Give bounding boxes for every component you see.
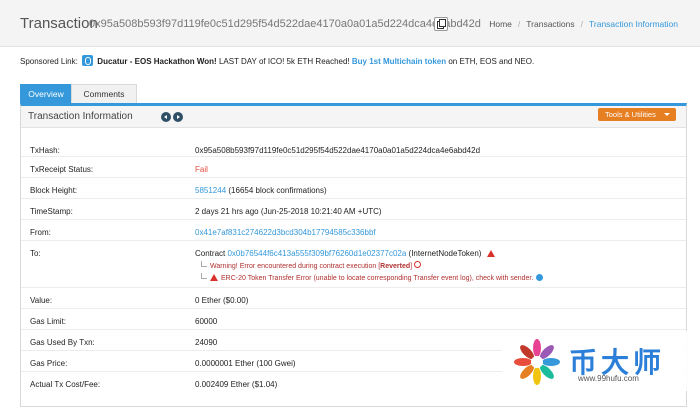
page-header: Transaction 0x95a508b593f97d119fe0c51d29… <box>0 0 700 47</box>
copy-icon[interactable] <box>434 17 448 31</box>
tab-comments[interactable]: Comments <box>71 84 137 104</box>
row-value: Value: 0 Ether ($0.00) <box>21 288 686 309</box>
row-gas-limit: Gas Limit: 60000 <box>21 309 686 330</box>
value-gas-used: 24090 <box>195 338 218 347</box>
block-height-link[interactable]: 5851244 <box>195 186 226 195</box>
breadcrumb-home[interactable]: Home <box>489 19 512 29</box>
from-address-link[interactable]: 0x41e7af831c274622d3bcd304b17794585c336b… <box>195 228 376 237</box>
block-confirmations: (16654 block confirmations) <box>228 186 327 195</box>
token-transfer-error: ERC-20 Token Transfer Error (unable to l… <box>201 273 544 282</box>
watermark: 币大师 www.99hufu.com <box>502 331 700 391</box>
value-tx-cost: 0.002409 Ether ($1.04) <box>195 380 278 389</box>
execution-warning: Warning! Error encountered during contra… <box>201 261 422 270</box>
breadcrumb: Home / Transactions / Transaction Informatio… <box>489 19 678 29</box>
warning-text: Warning! Error encountered during contra… <box>210 263 381 270</box>
sponsor-suffix: on ETH, EOS and NEO. <box>446 57 535 66</box>
contract-name: (InternetNodeToken) <box>406 249 482 258</box>
header-tx-hash: 0x95a508b593f97d119fe0c51d295f54d522dae4… <box>89 18 481 30</box>
label-block: Block Height: <box>30 186 78 195</box>
previous-tx-icon[interactable] <box>161 112 171 122</box>
label-value: Value: <box>30 296 53 305</box>
value-txhash: 0x95a508b593f97d119fe0c51d295f54d522dae4… <box>195 146 481 155</box>
warning-text-end: ] <box>410 263 413 270</box>
label-timestamp: TimeStamp: <box>30 207 73 216</box>
panel-header: Transaction Information Tools & Utilitie… <box>21 106 686 128</box>
row-txhash: TxHash: 0x95a508b593f97d119fe0c51d295f54… <box>21 136 686 157</box>
sponsored-link-bar: Sponsored Link: Ducatur - EOS Hackathon … <box>20 55 690 66</box>
row-from: From: 0x41e7af831c274622d3bcd304b1779458… <box>21 220 686 241</box>
label-to: To: <box>30 249 41 258</box>
sponsor-prefix: Sponsored Link: <box>20 57 78 66</box>
tools-utilities-label: Tools & Utilities <box>605 110 656 119</box>
breadcrumb-transactions[interactable]: Transactions <box>526 19 574 29</box>
watermark-url: www.99hufu.com <box>578 374 639 383</box>
panel-title: Transaction Information <box>28 111 133 122</box>
row-to: To: Contract 0x0b76544f6c413a555f309bf76… <box>21 241 686 288</box>
label-from: From: <box>30 228 51 237</box>
breadcrumb-current: Transaction Information <box>589 19 678 29</box>
tree-branch-icon <box>201 273 207 279</box>
token-error-text: ERC-20 Token Transfer Error (unable to l… <box>221 275 534 282</box>
value-gas-limit: 60000 <box>195 317 218 326</box>
value-value: 0 Ether ($0.00) <box>195 296 249 305</box>
next-tx-icon[interactable] <box>173 112 183 122</box>
label-gas-used: Gas Used By Txn: <box>30 338 95 347</box>
info-icon[interactable] <box>536 274 544 281</box>
row-status: TxReceipt Status: Fail <box>21 157 686 178</box>
tools-utilities-button[interactable]: Tools & Utilities <box>598 108 676 121</box>
label-gas-limit: Gas Limit: <box>30 317 67 326</box>
sponsor-logo-icon <box>82 55 94 66</box>
contract-address-link[interactable]: 0x0b76544f6c413a555f309bf76260d1e02377c0… <box>227 249 406 258</box>
chevron-down-icon <box>664 113 670 116</box>
value-timestamp: 2 days 21 hrs ago (Jun-25-2018 10:21:40 … <box>195 207 382 216</box>
value-status: Fail <box>195 165 208 174</box>
page-title: Transaction <box>20 15 98 32</box>
reverted-label: Reverted <box>380 263 411 270</box>
sponsor-link[interactable]: Buy 1st Multichain token <box>352 57 446 66</box>
label-txhash: TxHash: <box>30 146 60 155</box>
label-status: TxReceipt Status: <box>30 165 94 174</box>
watermark-flower-logo <box>514 339 560 385</box>
tree-branch-icon <box>201 261 207 267</box>
tab-overview[interactable]: Overview <box>20 84 72 104</box>
value-gas-price: 0.0000001 Ether (100 Gwei) <box>195 359 296 368</box>
row-timestamp: TimeStamp: 2 days 21 hrs ago (Jun-25-201… <box>21 199 686 220</box>
label-tx-cost: Actual Tx Cost/Fee: <box>30 380 101 389</box>
info-circle-icon <box>414 261 422 268</box>
sponsor-title[interactable]: Ducatur - EOS Hackathon Won! <box>97 57 216 66</box>
label-gas-price: Gas Price: <box>30 359 68 368</box>
sponsor-text: LAST DAY of ICO! 5k ETH Reached! <box>216 57 352 66</box>
to-prefix: Contract <box>195 249 228 258</box>
row-block: Block Height: 5851244 (16654 block confi… <box>21 178 686 199</box>
warning-icon <box>210 274 218 281</box>
warning-icon <box>486 250 495 257</box>
